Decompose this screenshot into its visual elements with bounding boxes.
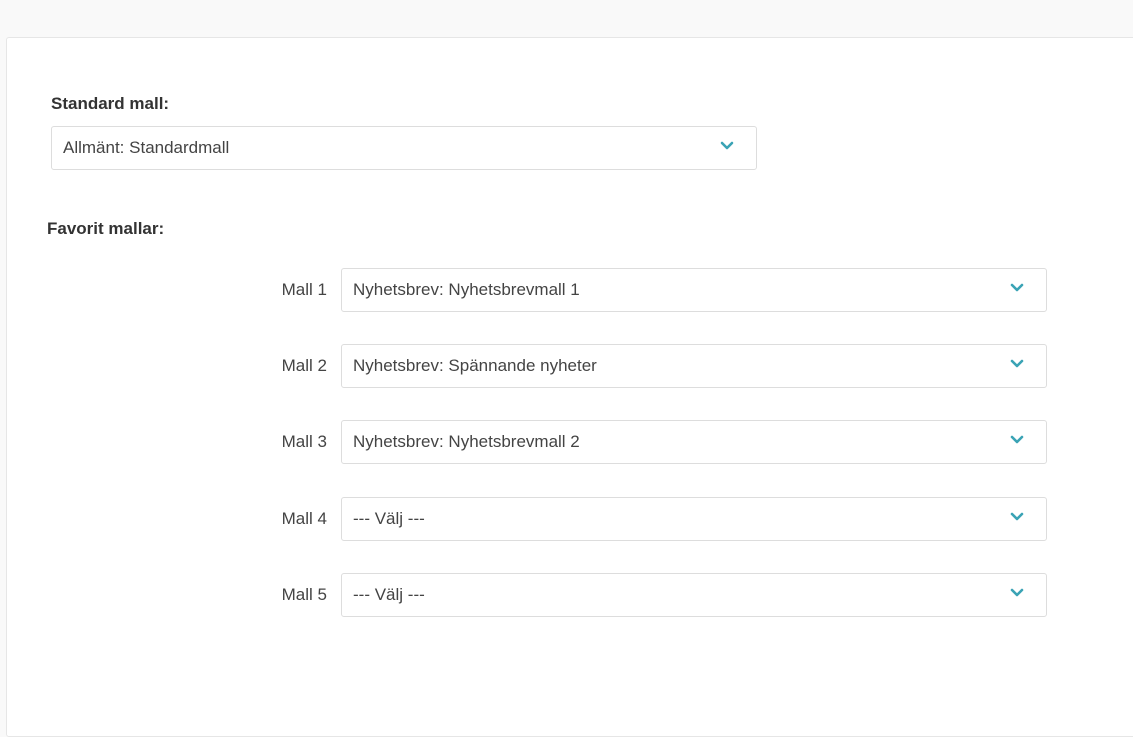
favorite-template-2-select[interactable]: Nyhetsbrev: Spännande nyheter [341,344,1047,388]
favorite-template-5-label: Mall 5 [281,585,327,604]
favorite-template-4-label: Mall 4 [281,509,327,528]
favorite-template-1-value: Nyhetsbrev: Nyhetsbrevmall 1 [353,280,580,299]
favorite-template-1-label: Mall 1 [281,280,327,299]
chevron-down-icon [1010,512,1024,521]
favorite-template-3-label: Mall 3 [281,432,327,451]
chevron-down-icon [1010,283,1024,292]
favorite-template-5-value: --- Välj --- [353,585,425,604]
standard-template-label: Standard mall: [51,94,170,113]
favorite-template-3-select[interactable]: Nyhetsbrev: Nyhetsbrevmall 2 [341,420,1047,464]
chevron-down-icon [1010,359,1024,368]
chevron-down-icon [720,141,734,150]
favorite-template-4-value: --- Välj --- [353,509,425,528]
favorite-template-4-select[interactable]: --- Välj --- [341,497,1047,541]
chevron-down-icon [1010,588,1024,597]
favorite-template-1-select[interactable]: Nyhetsbrev: Nyhetsbrevmall 1 [341,268,1047,312]
favorite-template-3-value: Nyhetsbrev: Nyhetsbrevmall 2 [353,432,580,451]
favorite-template-2-value: Nyhetsbrev: Spännande nyheter [353,356,597,375]
standard-template-select[interactable]: Allmänt: Standardmall [51,126,757,170]
favorite-template-2-label: Mall 2 [281,356,327,375]
favorite-templates-label: Favorit mallar: [47,219,165,238]
chevron-down-icon [1010,435,1024,444]
standard-template-value: Allmänt: Standardmall [63,138,230,157]
favorite-template-5-select[interactable]: --- Välj --- [341,573,1047,617]
